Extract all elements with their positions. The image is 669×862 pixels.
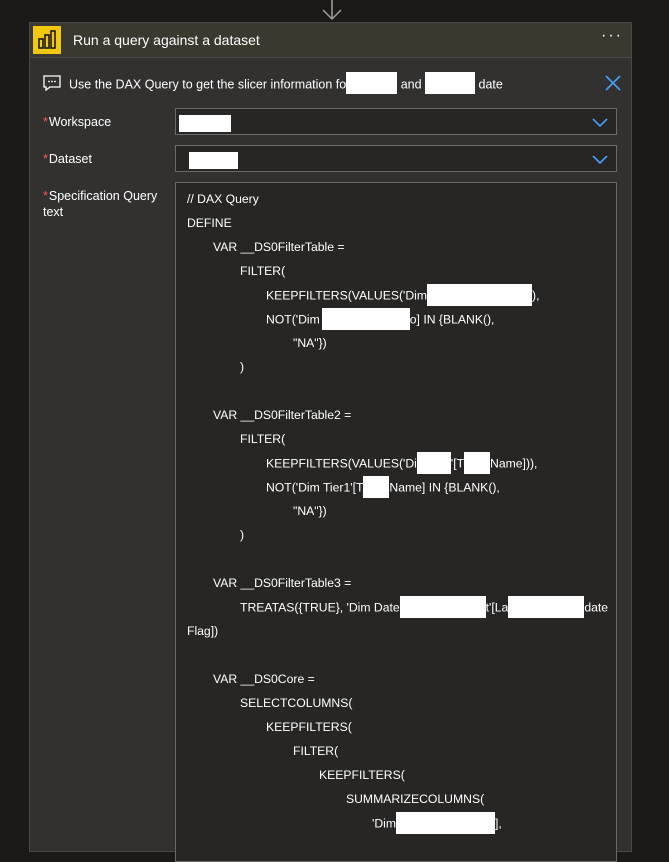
- redacted-block: [425, 72, 476, 94]
- query-line: NOT('Dim Tier1'[T Name] IN {BLANK(),: [266, 476, 500, 498]
- query-line: KEEPFILTERS(VALUES('Dim),: [266, 284, 540, 306]
- redacted-block: [346, 72, 398, 94]
- query-fragment: KEEPFILTERS(VALUES('Di: [266, 456, 417, 471]
- query-line: FILTER(: [240, 432, 286, 446]
- workspace-label-text: Workspace: [48, 115, 112, 129]
- redacted-block: [363, 476, 390, 498]
- redacted-block: [427, 284, 533, 306]
- comment-row: Use the DAX Query to get the slicer info…: [42, 72, 622, 95]
- redacted-block: [396, 812, 495, 834]
- query-line: 'Dim],: [372, 812, 502, 834]
- query-fragment: TREATAS({TRUE}, 'Dim Date: [240, 600, 400, 615]
- flow-arrow-icon: [322, 0, 342, 21]
- comment-icon: [43, 75, 61, 92]
- query-line: NOT('Dim o] IN {BLANK(),: [266, 308, 495, 330]
- dataset-label-text: Dataset: [48, 152, 92, 166]
- query-line: TREATAS({TRUE}, 'Dim Date t'[La date: [240, 596, 609, 618]
- query-line: FILTER(: [293, 744, 339, 758]
- query-line: Flag]): [187, 624, 219, 638]
- query-fragment: ),: [532, 288, 540, 303]
- query-fragment: Name])),: [490, 456, 538, 471]
- comment-middle: and: [400, 77, 422, 92]
- query-line: VAR __DS0FilterTable =: [213, 240, 345, 254]
- query-line: ): [240, 528, 245, 542]
- close-comment-icon[interactable]: [604, 74, 622, 92]
- redacted-block: [508, 596, 585, 618]
- card-title: Run a query against a dataset: [73, 32, 260, 48]
- comment-suffix: date: [478, 77, 503, 92]
- query-line: VAR __DS0FilterTable2 =: [213, 408, 352, 422]
- query-line: SELECTCOLUMNS(: [240, 696, 353, 710]
- action-card: Run a query against a dataset ··· Use th…: [29, 22, 632, 862]
- query-fragment: Name] IN {BLANK(),: [389, 480, 500, 495]
- query-line: "NA"}): [293, 504, 327, 518]
- query-fragment: ],: [495, 816, 502, 831]
- query-label-text: Specification Query text: [43, 189, 158, 219]
- query-line: ): [240, 360, 245, 374]
- query-line: VAR __DS0Core =: [213, 672, 315, 686]
- required-marker: *: [43, 115, 48, 129]
- workspace-label: *Workspace: [43, 114, 111, 130]
- redacted-block: [399, 596, 486, 618]
- more-options-button[interactable]: ···: [601, 27, 623, 45]
- redacted-block: [464, 452, 491, 474]
- query-fragment: date: [584, 600, 609, 615]
- query-fragment: '[T: [450, 456, 465, 471]
- query-line: KEEPFILTERS(: [266, 720, 352, 734]
- query-line: KEEPFILTERS(: [319, 768, 405, 782]
- query-line: FILTER(: [240, 264, 286, 278]
- query-line: DEFINE: [187, 216, 232, 230]
- redacted-block: [321, 308, 410, 330]
- redacted-block: [189, 152, 238, 169]
- query-label: *Specification Query text: [43, 188, 163, 220]
- comment-prefix: Use the DAX Query to get the slicer info…: [69, 77, 347, 92]
- query-fragment: o] IN {BLANK(),: [409, 312, 495, 327]
- required-marker: *: [43, 152, 48, 166]
- chevron-down-icon[interactable]: [592, 116, 608, 128]
- required-marker: *: [43, 189, 48, 203]
- query-fragment: KEEPFILTERS(VALUES('Dim: [266, 288, 428, 303]
- dataset-dropdown[interactable]: [175, 145, 617, 172]
- query-line: "NA"}): [293, 336, 327, 350]
- workspace-dropdown[interactable]: [175, 108, 617, 135]
- query-textarea[interactable]: // DAX Query DEFINE VAR __DS0FilterTable…: [175, 182, 617, 862]
- query-fragment: NOT('Dim Tier1'[T: [266, 480, 364, 495]
- redacted-block: [179, 115, 231, 132]
- query-line: VAR __DS0FilterTable3 =: [213, 576, 352, 590]
- card-header[interactable]: Run a query against a dataset ···: [30, 23, 631, 58]
- dataset-label: *Dataset: [43, 151, 92, 167]
- power-bi-icon: [33, 26, 61, 54]
- redacted-block: [416, 452, 451, 474]
- query-fragment: NOT('Dim: [266, 312, 320, 327]
- query-line: SUMMARIZECOLUMNS(: [346, 792, 485, 806]
- query-fragment: t'[La: [485, 600, 509, 615]
- query-line: KEEPFILTERS(VALUES('Di '[T Name])),: [266, 452, 538, 474]
- chevron-down-icon[interactable]: [592, 153, 608, 165]
- query-line: // DAX Query: [187, 192, 259, 206]
- comment-text[interactable]: Use the DAX Query to get the slicer info…: [69, 72, 503, 94]
- query-fragment: 'Dim: [372, 816, 396, 831]
